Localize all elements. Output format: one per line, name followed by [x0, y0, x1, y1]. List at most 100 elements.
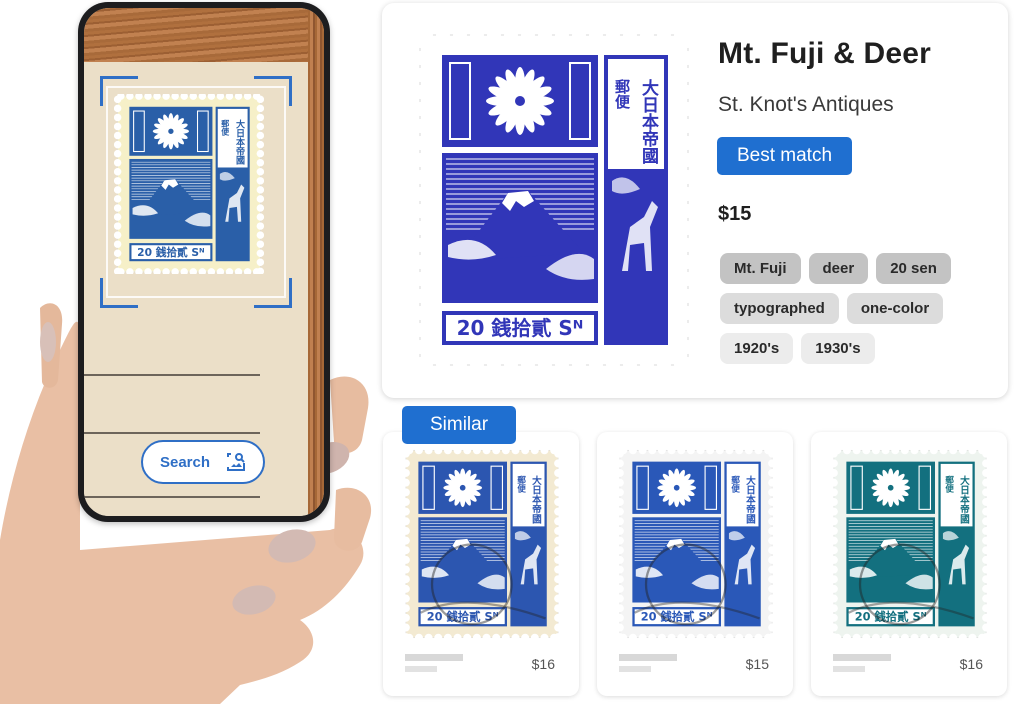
chrysanthemum-icon [657, 468, 696, 508]
denomination-text: 20 銭拾貳 Sᴺ [457, 316, 584, 340]
perforation [256, 95, 265, 104]
tag[interactable]: typographed [720, 293, 839, 324]
tag[interactable]: deer [808, 253, 869, 284]
perforation [113, 158, 122, 167]
perforation [256, 213, 265, 221]
similar-item-card[interactable]: 20 銭拾貳 Sᴺ 大日本帝國 郵便 $16 [383, 432, 579, 696]
perforation [256, 240, 265, 248]
perforation [256, 140, 265, 149]
scan-viewfinder[interactable]: 20 銭拾貳 Sᴺ 大日本帝國 郵便 [100, 76, 292, 308]
perforation [256, 222, 265, 230]
perforation [256, 231, 265, 239]
tag-row: 1920's 1930's [720, 333, 980, 364]
perforation [256, 149, 265, 158]
empire-text: 大日本帝國 [234, 119, 245, 166]
perforation [256, 204, 265, 212]
perforation [256, 168, 265, 176]
search-button[interactable]: Search [141, 440, 265, 484]
perforation [113, 204, 122, 212]
perforation [113, 258, 122, 267]
perforation [113, 186, 122, 194]
tag[interactable]: 1920's [720, 333, 794, 364]
postal-text: 郵便 [730, 475, 740, 494]
perforation [113, 104, 122, 113]
image-search-icon [227, 453, 246, 471]
perforation [113, 168, 122, 176]
placeholder-text-bar [833, 666, 865, 672]
similar-heading: Similar [402, 406, 516, 444]
tag[interactable]: 1930's [801, 333, 875, 364]
result-stamp-image: 20 銭拾貳 Sᴺ 大日本帝國 郵便 [413, 28, 695, 372]
empire-text: 大日本帝國 [530, 475, 543, 525]
perforation [113, 195, 122, 203]
empire-text: 大日本帝國 [958, 475, 971, 525]
perforation [256, 104, 265, 113]
perforation [113, 131, 122, 140]
wood-background [84, 8, 324, 62]
perforation [256, 249, 265, 257]
album-ruled-line [84, 432, 260, 434]
placeholder-text-bar [619, 654, 677, 661]
similar-stamp-image: 20 銭拾貳 Sᴺ 大日本帝國 郵便 [829, 446, 991, 642]
best-match-badge: Best match [717, 137, 852, 175]
search-button-label: Search [159, 453, 211, 471]
perforation [113, 149, 122, 158]
postal-text: 郵便 [220, 119, 230, 137]
phone: 20 銭拾貳 Sᴺ 大日本帝國 郵便 Search [78, 2, 330, 522]
empire-text: 大日本帝國 [638, 78, 659, 165]
stamp-image: 20 銭拾貳 Sᴺ大日本帝國郵便 [113, 92, 265, 276]
perforation [113, 122, 122, 131]
stamp-image: 20 銭拾貳 Sᴺ大日本帝國郵便 [401, 446, 563, 642]
stamp-image: 20 銭拾貳 Sᴺ大日本帝國郵便 [829, 446, 991, 642]
chrysanthemum-icon [443, 468, 482, 508]
scanned-stamp: 20 銭拾貳 Sᴺ 大日本帝國 郵便 [113, 92, 265, 276]
tag-row: typographed one-color [720, 293, 980, 324]
perforation [113, 240, 122, 248]
stamp-image: 20 銭拾貳 Sᴺ 大日本帝國郵便 [413, 28, 695, 372]
album-ruled-line [84, 374, 260, 376]
placeholder-text-bar [833, 654, 891, 661]
placeholder-text-bar [405, 654, 463, 661]
tag-list: Mt. Fuji deer 20 sen typographed one-col… [720, 253, 980, 373]
similar-item-price: $16 [959, 656, 983, 672]
postal-text: 郵便 [944, 475, 954, 494]
perforation [113, 249, 122, 257]
tag[interactable]: 20 sen [876, 253, 951, 284]
album-ruled-line [84, 496, 260, 498]
perforation [113, 213, 122, 221]
similar-item-price: $16 [531, 656, 555, 672]
perforation [113, 222, 122, 230]
perforation [256, 177, 265, 185]
tag-row: Mt. Fuji deer 20 sen [720, 253, 980, 284]
tag[interactable]: Mt. Fuji [720, 253, 801, 284]
similar-stamp-image: 20 銭拾貳 Sᴺ 大日本帝國 郵便 [615, 446, 777, 642]
chrysanthemum-icon [871, 468, 910, 508]
seller-name[interactable]: St. Knot's Antiques [718, 93, 894, 117]
perforation [113, 95, 122, 104]
perforation [113, 231, 122, 239]
chrysanthemum-icon [486, 67, 554, 135]
similar-item-price: $15 [745, 656, 769, 672]
placeholder-text-bar [619, 666, 651, 672]
result-title: Mt. Fuji & Deer [718, 37, 932, 70]
stamp-image: 20 銭拾貳 Sᴺ大日本帝國郵便 [615, 446, 777, 642]
perforation [113, 177, 122, 185]
placeholder-text-bar [405, 666, 437, 672]
perforation [256, 158, 265, 167]
perforation [256, 113, 265, 122]
perforation [256, 258, 265, 267]
perforation [256, 131, 265, 140]
perforation [256, 195, 265, 203]
similar-item-card[interactable]: 20 銭拾貳 Sᴺ 大日本帝國 郵便 $15 [597, 432, 793, 696]
perforation [113, 113, 122, 122]
phone-screen: 20 銭拾貳 Sᴺ 大日本帝國 郵便 Search [84, 8, 324, 516]
postal-text: 郵便 [516, 475, 526, 494]
result-card[interactable]: 20 銭拾貳 Sᴺ 大日本帝國 郵便 Mt. Fuji & Deer St. Kno… [382, 3, 1008, 398]
similar-item-card[interactable]: 20 銭拾貳 Sᴺ 大日本帝國 郵便 $16 [811, 432, 1007, 696]
empire-text: 大日本帝國 [744, 475, 757, 525]
result-price: $15 [718, 203, 752, 225]
tag[interactable]: one-color [846, 293, 944, 324]
perforation [256, 186, 265, 194]
perforation [113, 140, 122, 149]
postal-text: 郵便 [613, 78, 631, 110]
